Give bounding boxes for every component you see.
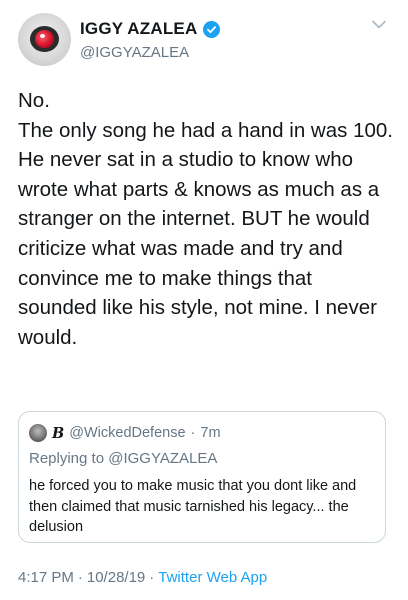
quoted-tweet-body: he forced you to make music that you don…	[29, 478, 357, 536]
quoted-author-handle: @WickedDefense	[69, 425, 186, 441]
avatar-shine	[40, 34, 45, 38]
author-display-name[interactable]: IGGY AZALEA	[80, 19, 197, 39]
tweet-header: IGGY AZALEA @IGGYAZALEA	[18, 13, 392, 69]
chevron-down-icon[interactable]	[370, 17, 388, 31]
meta-separator: ·	[77, 569, 83, 586]
replying-to-line: Replying to @IGGYAZALEA	[29, 450, 217, 467]
tweet-body: No. The only song he had a hand in was 1…	[18, 89, 393, 349]
author-name-row: IGGY AZALEA	[80, 19, 221, 39]
quoted-author-avatar	[29, 424, 47, 442]
tweet-time[interactable]: 4:17 PM	[18, 569, 74, 586]
quoted-author-name: B	[52, 424, 65, 442]
tweet-date[interactable]: 10/28/19	[87, 569, 145, 586]
author-avatar[interactable]	[18, 13, 71, 66]
quoted-timestamp: 7m	[200, 425, 221, 441]
replying-to-mention[interactable]: @IGGYAZALEA	[108, 450, 217, 467]
tweet-meta: 4:17 PM · 10/28/19 · Twitter Web App	[18, 569, 267, 586]
author-handle[interactable]: @IGGYAZALEA	[80, 44, 189, 61]
replying-to-label: Replying to	[29, 450, 105, 467]
quoted-tweet-header: B @WickedDefense · 7m	[29, 424, 221, 442]
verified-badge-icon	[203, 20, 221, 38]
avatar-lens	[35, 30, 54, 48]
tweet-source[interactable]: Twitter Web App	[158, 569, 267, 586]
checkmark-icon	[207, 25, 217, 33]
quoted-tweet[interactable]: B @WickedDefense · 7m Replying to @IGGYA…	[18, 411, 386, 543]
meta-separator: ·	[149, 569, 155, 586]
quoted-separator: ·	[190, 425, 196, 441]
